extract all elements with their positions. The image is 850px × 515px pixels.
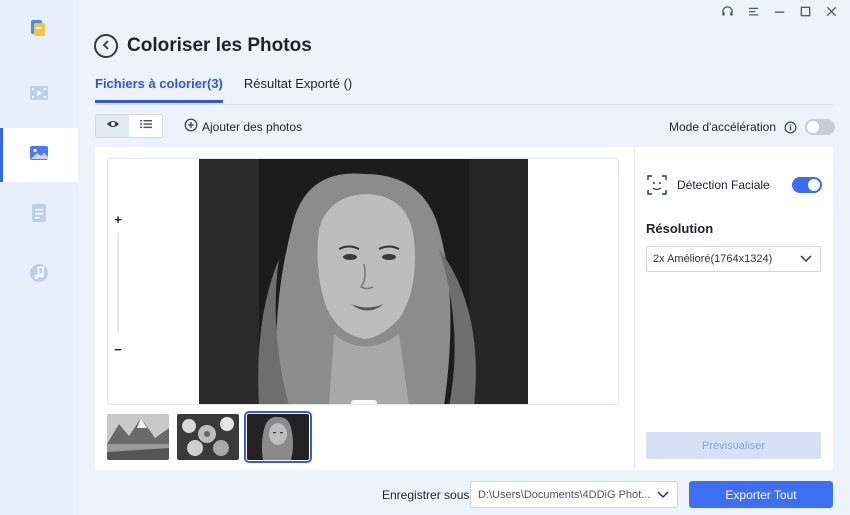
music-icon	[28, 262, 50, 289]
maximize-button[interactable]	[794, 5, 816, 23]
face-detection-row: Détection Faciale	[646, 174, 822, 196]
export-all-button[interactable]: Exporter Tout	[689, 481, 833, 508]
acceleration-toggle[interactable]	[805, 119, 836, 135]
add-photos-label: Ajouter des photos	[202, 119, 303, 134]
sidebar	[0, 0, 78, 515]
acceleration-mode-label: Mode d'accélération	[669, 120, 777, 134]
minimize-button[interactable]	[768, 5, 790, 23]
zoom-slider[interactable]	[117, 233, 119, 333]
resolution-select[interactable]: 2x Amélioré(1764x1324)	[646, 246, 821, 272]
view-mode-toggle	[95, 114, 163, 138]
photo-viewer: + −	[107, 158, 619, 405]
menu-icon	[747, 5, 760, 23]
page-title: Coloriser les Photos	[127, 35, 312, 56]
info-icon[interactable]	[784, 121, 797, 134]
minimize-icon	[773, 5, 786, 23]
sidebar-item-photo[interactable]	[0, 128, 78, 182]
app-logo-icon	[28, 18, 48, 38]
add-photos-button[interactable]: Ajouter des photos	[184, 118, 302, 135]
save-as-label: Enregistrer sous	[382, 488, 470, 502]
toggle-knob	[808, 179, 820, 191]
zoom-in-button[interactable]: +	[110, 211, 126, 227]
photo-icon	[28, 142, 50, 169]
close-icon	[825, 5, 838, 23]
toggle-knob	[807, 121, 820, 133]
settings-panel: Détection Faciale Résolution 2x Amélioré…	[634, 147, 833, 470]
zoom-control: + −	[110, 211, 126, 361]
face-scan-icon	[646, 174, 668, 196]
maximize-icon	[799, 5, 812, 23]
thumbnail-portrait[interactable]	[244, 411, 312, 463]
chevron-down-icon	[657, 490, 669, 500]
support-button[interactable]	[716, 5, 738, 23]
list-view-button[interactable]	[129, 115, 162, 137]
menu-button[interactable]	[742, 5, 764, 23]
sidebar-item-document[interactable]	[0, 188, 78, 242]
tab-exported-results[interactable]: Résultat Exporté ()	[244, 74, 352, 103]
tab-files-to-colorize[interactable]: Fichiers à colorier(3)	[95, 74, 223, 103]
image-drag-handle[interactable]	[351, 400, 377, 404]
thumbnail-flowers[interactable]	[177, 414, 239, 460]
resolution-value: 2x Amélioré(1764x1324)	[653, 253, 773, 265]
preview-button[interactable]: Prévisualiser	[646, 432, 821, 459]
face-detection-label: Détection Faciale	[677, 178, 770, 192]
back-button[interactable]	[94, 34, 118, 58]
document-icon	[28, 202, 50, 229]
close-button[interactable]	[820, 5, 842, 23]
acceleration-mode: Mode d'accélération	[669, 119, 836, 135]
tab-bar: Fichiers à colorier(3) Résultat Exporté …	[95, 74, 352, 103]
eye-icon	[106, 117, 120, 136]
list-icon	[139, 117, 153, 136]
content-panel: + − Détection Faciale Résolution 2x Amél…	[95, 147, 833, 470]
plus-circle-icon	[184, 118, 198, 135]
video-icon	[28, 82, 50, 109]
save-path-select[interactable]: D:\Users\Documents\4DDiG Phot...	[470, 481, 678, 508]
headset-icon	[721, 5, 734, 23]
chevron-left-icon	[101, 37, 111, 55]
zoom-out-button[interactable]: −	[110, 341, 126, 357]
chevron-down-icon	[800, 254, 812, 264]
save-path-value: D:\Users\Documents\4DDiG Phot...	[478, 488, 651, 501]
window-controls	[716, 5, 842, 23]
resolution-title: Résolution	[646, 221, 714, 236]
preview-photo	[199, 159, 528, 404]
face-detection-toggle[interactable]	[792, 177, 822, 193]
sidebar-item-video[interactable]	[0, 68, 78, 122]
preview-view-button[interactable]	[96, 115, 129, 137]
thumbnail-strip	[107, 411, 312, 463]
tabs-divider	[95, 104, 833, 105]
main-area: Coloriser les Photos Fichiers à colorier…	[78, 0, 850, 515]
thumbnail-mountain-lake[interactable]	[107, 414, 169, 460]
sidebar-item-music[interactable]	[0, 248, 78, 302]
